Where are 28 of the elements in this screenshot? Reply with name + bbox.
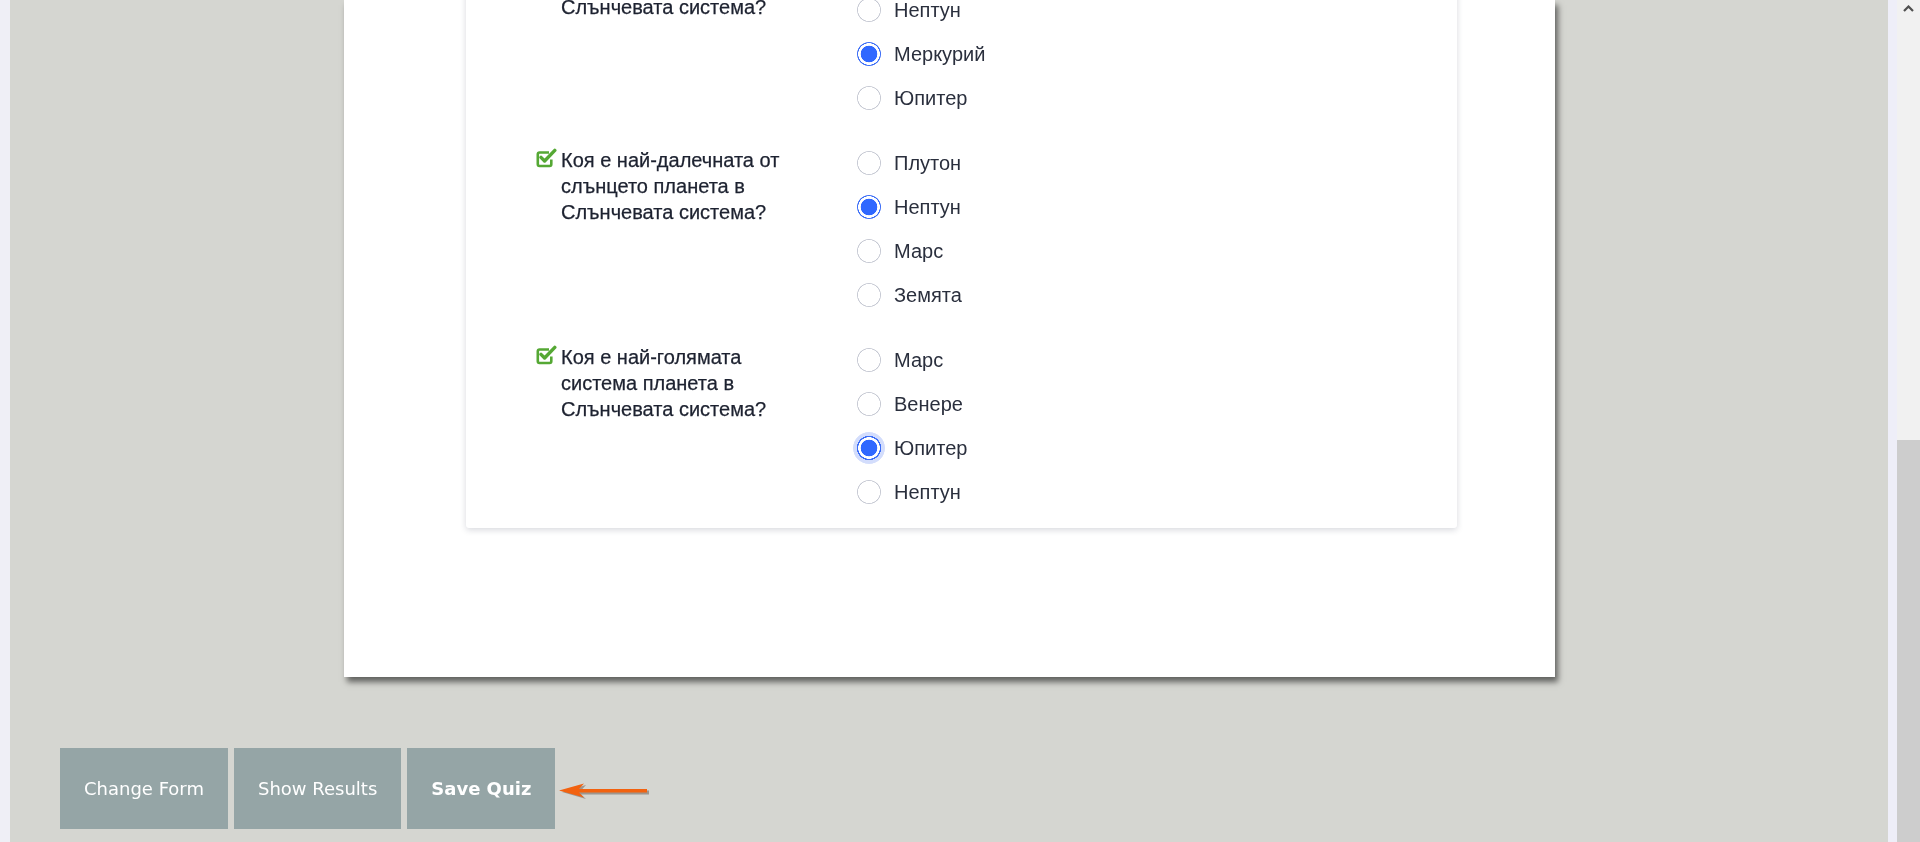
option-label[interactable]: Юпитер [894,436,968,460]
radio-button[interactable] [857,151,881,175]
radio-button[interactable] [857,283,881,307]
option-label[interactable]: Марс [894,348,944,372]
scrollbar-thumb[interactable] [1897,440,1920,842]
option-label[interactable]: Плутон [894,151,962,175]
radio-button[interactable] [853,432,885,464]
option-label[interactable]: Нептун [894,480,961,504]
question-text: Слънчевата система? [561,0,768,20]
option-label[interactable]: Юпитер [894,86,968,110]
option-label[interactable]: Марс [894,239,944,263]
option-label[interactable]: Земята [894,283,962,307]
radio-button[interactable] [857,0,881,22]
radio-button[interactable] [857,42,881,66]
option-label[interactable]: Нептун [894,0,961,22]
radio-button[interactable] [857,348,881,372]
chevron-up-icon [1903,5,1914,12]
option-label[interactable]: Меркурий [894,42,986,66]
left-arrow-icon [558,782,651,800]
radio-button[interactable] [857,239,881,263]
radio-button[interactable] [857,195,881,219]
option-label[interactable]: Венере [894,392,963,416]
question-text: Коя е най-голямата система планета в Слънчевата система? [561,345,768,422]
option-label[interactable]: Нептун [894,195,961,219]
question-text: Коя е най-далечната от слънцето планета в Слънчевата система? [561,148,781,225]
radio-button[interactable] [857,86,881,110]
radio-button[interactable] [857,480,881,504]
radio-button[interactable] [857,392,881,416]
